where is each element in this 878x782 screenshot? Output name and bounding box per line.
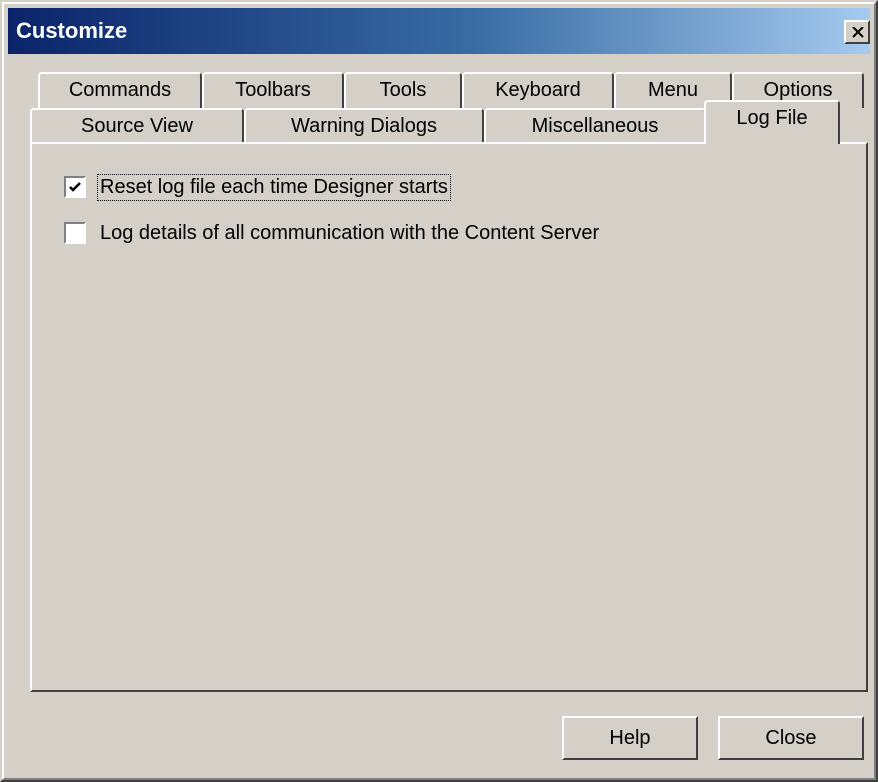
tab-tools[interactable]: Tools	[344, 72, 462, 108]
tab-keyboard[interactable]: Keyboard	[462, 72, 614, 108]
tab-warning-dialogs[interactable]: Warning Dialogs	[244, 108, 484, 144]
tab-source-view[interactable]: Source View	[30, 108, 244, 144]
tab-label: Warning Dialogs	[291, 115, 437, 137]
tab-label: Tools	[379, 79, 427, 101]
log-details-checkbox[interactable]	[64, 222, 86, 244]
help-button[interactable]: Help	[562, 716, 698, 760]
close-button[interactable]: Close	[718, 716, 864, 760]
close-icon	[852, 27, 864, 38]
tab-label: Miscellaneous	[531, 115, 659, 137]
tab-log-file[interactable]: Log File	[704, 100, 840, 144]
reset-log-label[interactable]: Reset log file each time Designer starts	[97, 173, 451, 201]
tab-label: Options	[763, 79, 833, 101]
tab-label: Toolbars	[235, 79, 311, 101]
tab-label: Menu	[647, 79, 699, 101]
tab-label: Source View	[81, 115, 193, 137]
log-details-option[interactable]: Log details of all communication with th…	[64, 218, 601, 248]
checkmark-icon	[69, 182, 81, 192]
log-file-panel: Reset log file each time Designer starts…	[30, 142, 868, 692]
customize-dialog: Customize Commands Toolbars Tools Keyboa…	[0, 0, 878, 782]
log-details-label[interactable]: Log details of all communication with th…	[98, 221, 601, 246]
tab-toolbars[interactable]: Toolbars	[202, 72, 344, 108]
close-window-button[interactable]	[844, 20, 870, 44]
title-bar[interactable]: Customize	[8, 8, 870, 54]
tab-commands[interactable]: Commands	[38, 72, 202, 108]
tab-label: Log File	[736, 107, 808, 129]
reset-log-option[interactable]: Reset log file each time Designer starts	[64, 172, 451, 202]
reset-log-checkbox[interactable]	[64, 176, 86, 198]
tab-label: Commands	[68, 79, 172, 101]
window-title: Customize	[16, 18, 128, 43]
tab-miscellaneous[interactable]: Miscellaneous	[484, 108, 706, 144]
tab-label: Keyboard	[495, 79, 581, 101]
